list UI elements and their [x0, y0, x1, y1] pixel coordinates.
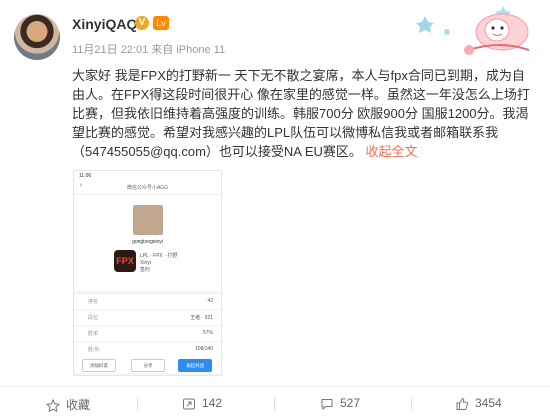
challenge-button: 发起对战 — [178, 359, 212, 372]
collapse-link[interactable]: 收起全文 — [366, 144, 418, 159]
player-photo — [133, 205, 163, 235]
stat-key: 排名 — [88, 299, 99, 305]
post-meta: 11月21日 22:01 来自 iPhone 11 — [72, 44, 226, 56]
player-info: LPL · FPX · 打野 Xinyi 签约 — [140, 253, 177, 274]
stat-value: 108/140 — [194, 346, 213, 352]
thumbs-up-icon — [456, 397, 469, 410]
favorite-label: 收藏 — [66, 398, 91, 412]
phone-status-bar: 11:06 — [74, 171, 221, 182]
separator — [411, 397, 412, 411]
stat-key: 胜/负 — [88, 347, 100, 353]
attached-image[interactable]: 11:06 微信公众号小AGG ‹ gongtongxinyi FPX LPL … — [73, 170, 222, 376]
info-line-1: LPL · FPX · 打野 — [140, 253, 178, 259]
stat-row: 段位 王者 · 921 — [74, 309, 221, 325]
username[interactable]: XinyiQAQ — [72, 16, 137, 32]
decoration-illustration — [416, 6, 530, 55]
divider — [0, 386, 550, 387]
back-icon: ‹ — [80, 182, 83, 189]
repost-count: 142 — [202, 396, 223, 410]
favorite-button[interactable]: 收藏 — [46, 396, 90, 413]
comment-count: 527 — [340, 396, 361, 410]
stat-key: 胜率 — [88, 331, 99, 337]
repost-icon — [183, 398, 195, 410]
profile-card: gongtongxinyi FPX LPL · FPX · 打野 Xinyi 签… — [74, 195, 221, 291]
info-line-2: Xinyi — [140, 260, 151, 266]
like-count: 3454 — [475, 396, 502, 410]
separator — [137, 397, 138, 411]
comment-button[interactable]: 527 — [320, 396, 360, 411]
like-button[interactable]: 3454 — [455, 396, 502, 411]
stat-value: 57% — [202, 330, 213, 336]
separator — [274, 397, 275, 411]
phone-time: 11:06 — [79, 173, 92, 179]
add-friend-button: 添加好友 — [82, 359, 116, 372]
post-body: 大家好 我是FPX的打野新一 天下无不散之宴席，本人与fpx合同已到期，成为自由… — [72, 66, 532, 161]
team-logo: FPX — [114, 250, 136, 272]
star-icon — [46, 398, 60, 412]
stat-row: 胜/负 108/140 — [74, 341, 221, 357]
stat-value: 42 — [207, 298, 213, 304]
share-button: 分享 — [131, 359, 165, 372]
stat-key: 段位 — [88, 315, 99, 321]
post-text: 大家好 我是FPX的打野新一 天下无不散之宴席，本人与fpx合同已到期，成为自由… — [72, 68, 530, 159]
repost-button[interactable]: 142 — [182, 396, 222, 411]
comment-icon — [321, 398, 333, 410]
action-bar: 收藏 142 527 3454 — [0, 388, 550, 418]
stat-value: 王者 · 921 — [190, 315, 213, 321]
stat-row: 排名 42 — [74, 293, 221, 309]
phone-title: 微信公众号小AGG — [74, 182, 221, 195]
info-line-3: 签约 — [140, 267, 151, 273]
screenshot-buttons: 添加好友 分享 发起对战 — [74, 357, 221, 373]
stat-row: 胜率 57% — [74, 325, 221, 341]
level-badge: Lv — [153, 16, 169, 30]
verified-badge: V — [135, 16, 149, 30]
avatar[interactable] — [14, 14, 60, 60]
player-username: gongtongxinyi — [132, 239, 163, 245]
